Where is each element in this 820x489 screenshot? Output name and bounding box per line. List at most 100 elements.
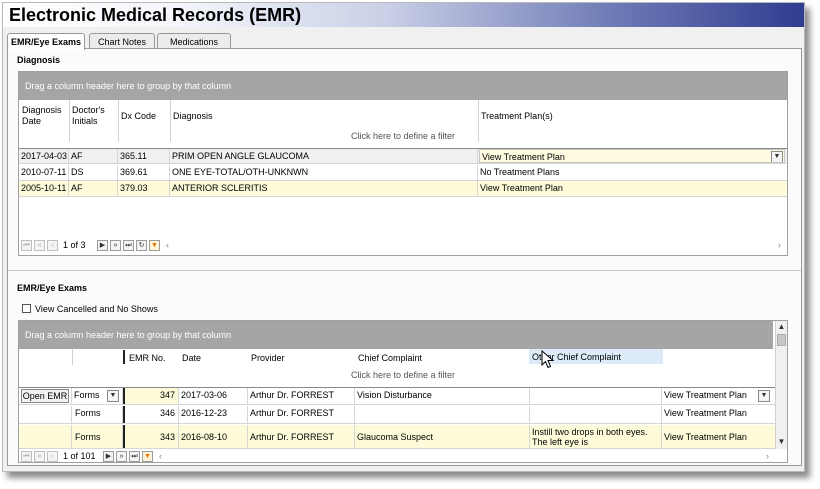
column-header-date[interactable]: Date	[182, 353, 201, 364]
view-cancelled-label[interactable]: View Cancelled and No Shows	[35, 304, 158, 314]
cell-dx-code: 369.61	[118, 165, 170, 180]
diagnosis-section-title: Diagnosis	[17, 55, 61, 65]
scroll-down-icon[interactable]: ▼	[776, 436, 787, 448]
filter-icon[interactable]: ▼	[149, 240, 160, 251]
chevron-down-icon[interactable]: ▼	[107, 390, 119, 402]
prev-page-icon[interactable]: «	[34, 451, 45, 462]
cell-treatment-plan[interactable]: No Treatment Plans	[478, 165, 787, 180]
scroll-up-icon[interactable]: ▲	[776, 321, 787, 333]
tab-panel: Diagnosis Drag a column header here to g…	[7, 48, 802, 466]
filter-row[interactable]: Click here to define a filter	[19, 131, 787, 141]
next-page-icon[interactable]: »	[116, 451, 127, 462]
chevron-down-icon[interactable]: ▼	[758, 390, 770, 402]
last-page-icon[interactable]: ⏭	[129, 451, 140, 462]
view-cancelled-checkbox[interactable]	[22, 304, 31, 313]
exams-grid: Drag a column header here to group by th…	[18, 320, 788, 463]
table-row[interactable]: 2017-04-03 AF 365.11 PRIM OPEN ANGLE GLA…	[19, 148, 787, 164]
emr-window: Electronic Medical Records (EMR) EMR/Eye…	[2, 2, 805, 472]
cell-treatment-plan[interactable]: View Treatment Plan	[662, 406, 775, 423]
tab-emr-eye-exams[interactable]: EMR/Eye Exams	[7, 33, 85, 50]
table-row[interactable]: Forms 343 2016-08-10 Arthur Dr. FORREST …	[19, 425, 775, 449]
column-header-treatment-plans[interactable]: Treatment Plan(s)	[481, 111, 553, 122]
vertical-scrollbar[interactable]: ▲ ▼	[775, 321, 787, 449]
cell-treatment-plan[interactable]: View Treatment Plan	[662, 425, 775, 448]
page-indicator: 1 of 3	[63, 240, 86, 250]
cell-date: 2005-10-11	[19, 181, 69, 196]
app-title: Electronic Medical Records (EMR)	[9, 5, 302, 25]
cell-chief-complaint	[355, 406, 530, 423]
chevron-down-icon[interactable]: ▼	[771, 151, 783, 162]
filter-row[interactable]: Click here to define a filter	[19, 370, 787, 380]
group-by-panel[interactable]: Drag a column header here to group by th…	[19, 72, 787, 100]
mouse-pointer-icon	[541, 350, 555, 369]
first-page-icon[interactable]: ⏮	[21, 240, 32, 251]
column-header-diagnosis[interactable]: Diagnosis	[173, 111, 213, 122]
tab-label: Medications	[169, 37, 219, 47]
prev-icon[interactable]: ‹	[47, 451, 58, 462]
tab-strip: EMR/Eye Exams Chart Notes Medications	[7, 33, 804, 50]
table-row[interactable]: 2010-07-11 DS 369.61 ONE EYE-TOTAL/OTH-U…	[19, 165, 787, 181]
column-header-diagnosis-date[interactable]: Diagnosis Date	[22, 105, 68, 127]
cell-date: 2017-03-06	[179, 388, 248, 404]
cell-initials: AF	[69, 181, 118, 196]
filter-icon[interactable]: ▼	[142, 451, 153, 462]
column-header-emr-no[interactable]: EMR No.	[129, 353, 166, 364]
prev-page-icon[interactable]: «	[34, 240, 45, 251]
cell-forms[interactable]: Forms	[72, 425, 123, 448]
cell-provider: Arthur Dr. FORREST	[248, 388, 355, 404]
column-header-doctor-initials[interactable]: Doctor's Initials	[72, 105, 114, 127]
scroll-thumb[interactable]	[777, 334, 786, 346]
other-complaint-line: The left eye is	[532, 437, 589, 447]
last-page-icon[interactable]: ⏭	[123, 240, 134, 251]
cell-chief-complaint: Glaucoma Suspect	[355, 425, 530, 448]
table-row[interactable]: 2005-10-11 AF 379.03 ANTERIOR SCLERITIS …	[19, 181, 787, 197]
scroll-right-icon[interactable]: ›	[766, 451, 769, 461]
tab-medications[interactable]: Medications	[157, 33, 231, 49]
scroll-right-icon[interactable]: ›	[778, 240, 781, 250]
next-icon[interactable]: ▶	[97, 240, 108, 251]
exams-pager: ⏮ « ‹ 1 of 101 ▶ » ⏭ ▼ ‹ ›	[21, 451, 773, 462]
treatment-plan-select[interactable]: View Treatment Plan ▼	[479, 149, 785, 163]
page-indicator: 1 of 101	[63, 451, 96, 461]
cell-date: 2016-12-23	[179, 406, 248, 423]
forms-select[interactable]: Forms ▼	[72, 388, 123, 404]
scroll-left-icon[interactable]: ‹	[166, 240, 169, 250]
column-separator	[72, 349, 73, 365]
open-emr-button[interactable]: Open EMR	[21, 389, 69, 403]
column-header-provider[interactable]: Provider	[251, 353, 285, 364]
refresh-icon[interactable]: ↻	[136, 240, 147, 251]
column-header-chief-complaint[interactable]: Chief Complaint	[358, 353, 422, 364]
cell-open-emr: Open EMR	[19, 388, 72, 404]
next-page-icon[interactable]: »	[110, 240, 121, 251]
tab-label: Chart Notes	[97, 37, 147, 47]
diagnosis-pager: ⏮ « ‹ 1 of 3 ▶ » ⏭ ↻ ▼ ‹ ›	[21, 240, 785, 254]
other-complaint-line: Instill two drops in both eyes.	[532, 427, 648, 437]
table-row[interactable]: Open EMR Forms ▼ 347 2017-03-06 Arthur D…	[19, 387, 775, 405]
scroll-left-icon[interactable]: ‹	[159, 451, 162, 461]
cell-dx-code: 365.11	[118, 149, 170, 163]
cell-other-complaint	[530, 406, 662, 423]
cell-diagnosis: PRIM OPEN ANGLE GLAUCOMA	[170, 149, 478, 163]
cell-other-complaint: Instill two drops in both eyes. The left…	[530, 425, 662, 448]
panel-splitter[interactable]	[8, 270, 801, 271]
group-by-panel[interactable]: Drag a column header here to group by th…	[19, 321, 773, 349]
table-row[interactable]: Forms 346 2016-12-23 Arthur Dr. FORREST …	[19, 406, 775, 424]
cell-treatment-plan[interactable]: View Treatment Plan	[478, 181, 787, 196]
column-header-dx-code[interactable]: Dx Code	[121, 111, 156, 122]
frozen-column-divider	[123, 350, 125, 364]
next-icon[interactable]: ▶	[103, 451, 114, 462]
cell-date: 2016-08-10	[179, 425, 248, 448]
cell-provider: Arthur Dr. FORREST	[248, 425, 355, 448]
tab-label: EMR/Eye Exams	[10, 37, 82, 47]
forms-label: Forms	[74, 390, 100, 400]
first-page-icon[interactable]: ⏮	[21, 451, 32, 462]
cell-emr-no: 343	[123, 425, 179, 448]
tab-chart-notes[interactable]: Chart Notes	[89, 33, 155, 49]
cell-diagnosis: ONE EYE-TOTAL/OTH-UNKNWN	[170, 165, 478, 180]
cell-open-emr	[19, 406, 72, 423]
cell-forms[interactable]: Forms	[72, 406, 123, 423]
prev-icon[interactable]: ‹	[47, 240, 58, 251]
diagnosis-grid: Drag a column header here to group by th…	[18, 71, 788, 256]
cell-initials: DS	[69, 165, 118, 180]
treatment-plan-select[interactable]: View Treatment Plan ▼	[662, 388, 774, 404]
